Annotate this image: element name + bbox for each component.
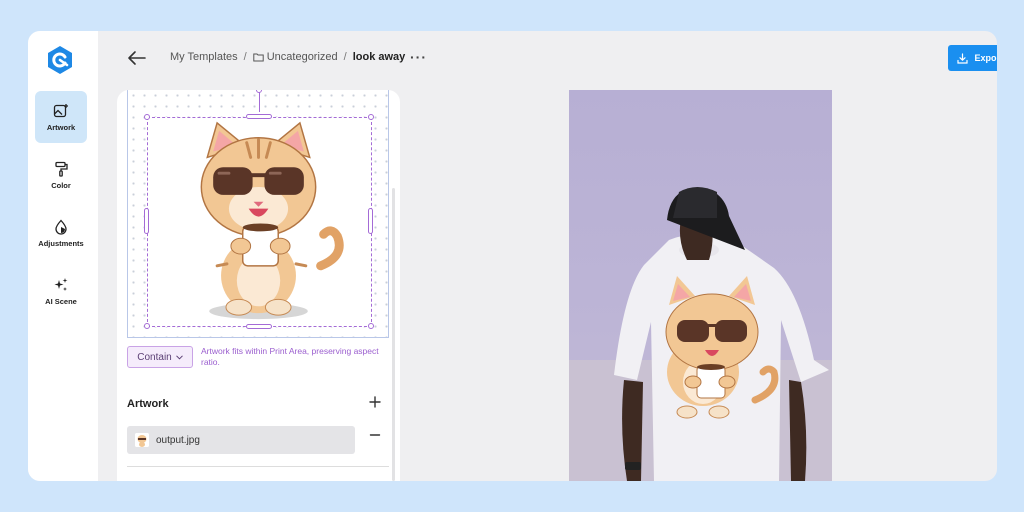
chevron-down-icon — [175, 354, 183, 360]
breadcrumb-current: look away — [352, 51, 406, 63]
cat-artwork — [200, 121, 344, 320]
fit-mode-value: Contain — [137, 351, 172, 363]
mockup-photo — [569, 187, 832, 481]
corner-handle-br[interactable] — [368, 323, 374, 329]
nav-artwork[interactable]: Artwork — [35, 91, 87, 143]
corner-handle-bl[interactable] — [144, 323, 150, 329]
remove-artwork-minus-icon[interactable] — [369, 434, 381, 446]
right-resize-handle[interactable] — [368, 208, 373, 234]
left-nav-rail: Artwork Color Adjustments AI Scene — [28, 31, 98, 481]
bottom-resize-handle[interactable] — [246, 324, 272, 329]
top-bar: My Templates / Uncategorized / look away… — [98, 31, 997, 87]
breadcrumb-separator: / — [243, 51, 247, 63]
breadcrumb: My Templates / Uncategorized / look away — [170, 51, 405, 63]
app-window: Artwork Color Adjustments AI Scene My Te… — [28, 31, 997, 481]
corner-handle-tl[interactable] — [144, 114, 150, 120]
artwork-file-item[interactable]: output.jpg — [127, 426, 355, 454]
back-arrow-icon[interactable] — [126, 49, 148, 67]
image-plus-icon — [53, 103, 68, 117]
breadcrumb-uncategorized[interactable]: Uncategorized — [267, 51, 338, 63]
section-divider — [127, 466, 389, 467]
export-mockups-button[interactable]: Export Mockups — [948, 45, 997, 71]
top-resize-handle[interactable] — [246, 114, 272, 119]
mockup-preview — [569, 90, 832, 481]
nav-color-label: Color — [51, 180, 71, 190]
artwork-section-title: Artwork — [127, 398, 169, 410]
more-options-button[interactable]: ··· — [410, 49, 427, 65]
left-resize-handle[interactable] — [144, 208, 149, 234]
fit-mode-select[interactable]: Contain — [127, 346, 193, 368]
nav-ai-scene-label: AI Scene — [45, 296, 77, 306]
panel-scrollbar[interactable] — [392, 188, 395, 481]
print-area[interactable] — [127, 90, 389, 338]
file-name: output.jpg — [156, 434, 200, 446]
export-mockups-label: Export Mockups — [974, 53, 997, 63]
rotate-guide — [259, 90, 260, 112]
paint-roller-icon — [55, 161, 68, 177]
rotate-handle[interactable] — [256, 90, 262, 93]
nav-artwork-label: Artwork — [46, 122, 76, 132]
file-thumbnail — [135, 433, 149, 447]
add-artwork-plus-icon[interactable] — [368, 395, 382, 409]
sparkles-icon — [54, 277, 68, 291]
corner-handle-tr[interactable] — [368, 114, 374, 120]
breadcrumb-separator: / — [343, 51, 347, 63]
artwork-bounding-box[interactable] — [147, 117, 372, 327]
breadcrumb-my-templates[interactable]: My Templates — [170, 51, 238, 63]
app-logo — [48, 46, 72, 74]
nav-adjustments[interactable]: Adjustments — [35, 207, 87, 259]
droplet-icon — [55, 219, 67, 235]
nav-ai-scene[interactable]: AI Scene — [35, 265, 87, 317]
folder-icon — [253, 53, 264, 62]
artwork-panel: Contain Artwork fits within Print Area, … — [117, 90, 400, 481]
nav-adjustments-label: Adjustments — [38, 238, 84, 248]
fit-mode-description: Artwork fits within Print Area, preservi… — [201, 346, 379, 367]
nav-color[interactable]: Color — [35, 149, 87, 201]
download-icon — [957, 52, 969, 64]
